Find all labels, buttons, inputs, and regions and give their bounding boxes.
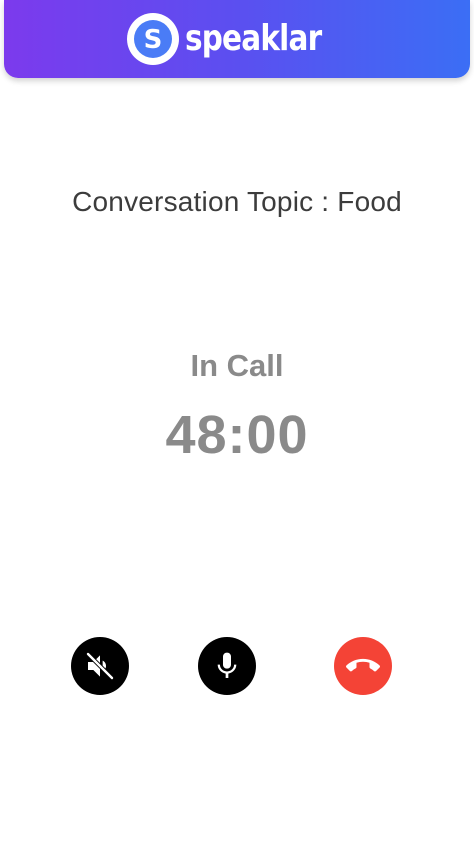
app-logo-text: speaklar [184, 18, 322, 59]
call-timer: 48:00 [165, 405, 309, 465]
app-header: S speaklar [4, 0, 470, 78]
app-logo: S speaklar [126, 13, 351, 65]
call-screen: S speaklar Conversation Topic : Food In … [0, 0, 474, 844]
mic-toggle-button[interactable] [198, 637, 256, 695]
logo-letter: S [144, 25, 163, 55]
call-status: In Call [190, 348, 284, 383]
end-call-button[interactable] [334, 637, 392, 695]
speaklar-logo-icon: S [126, 13, 179, 65]
speaker-toggle-button[interactable] [71, 637, 129, 695]
speaker-muted-icon [85, 651, 115, 681]
conversation-topic: Conversation Topic : Food [72, 186, 402, 217]
mic-icon [217, 652, 237, 678]
phone-hangup-icon [346, 658, 380, 672]
